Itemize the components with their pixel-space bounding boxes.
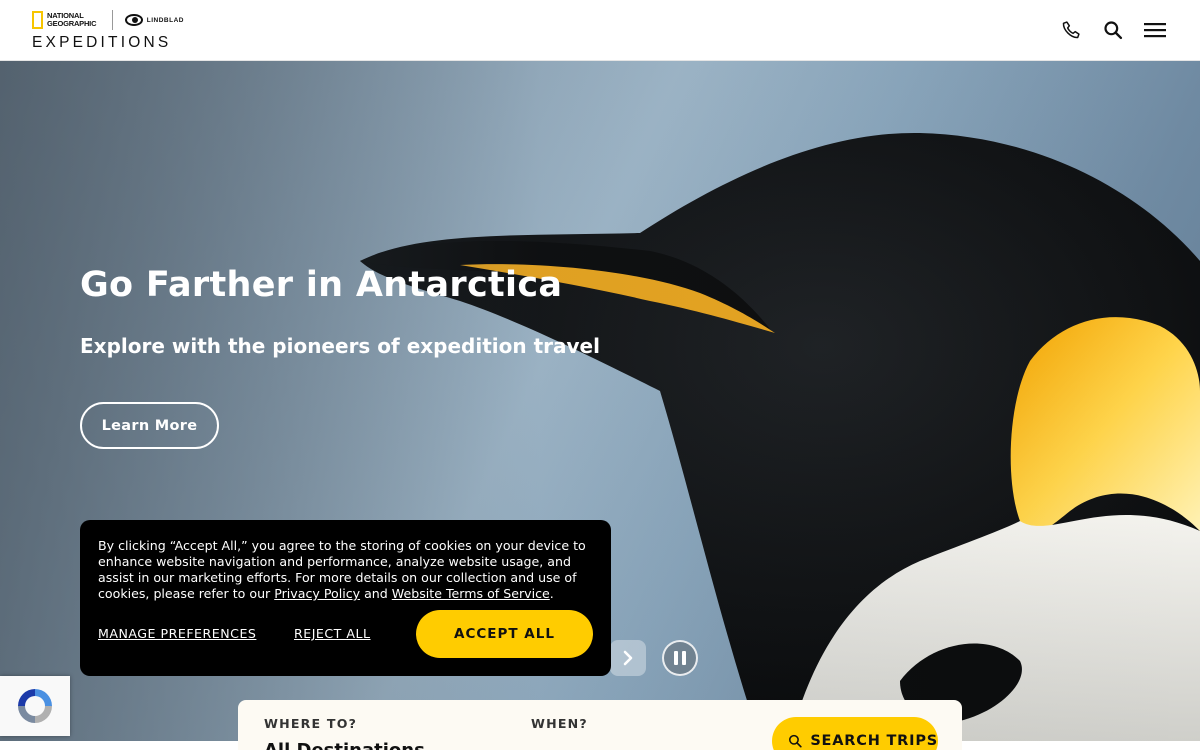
nat-geo-yellow-border-icon xyxy=(32,11,44,29)
where-to-label: WHERE TO? xyxy=(264,716,358,731)
accept-all-button[interactable]: ACCEPT ALL xyxy=(416,610,593,658)
pause-button[interactable] xyxy=(662,640,698,676)
lindblad-eye-icon xyxy=(124,14,143,26)
next-slide-button[interactable] xyxy=(610,640,646,676)
phone-icon[interactable] xyxy=(1059,18,1083,42)
manage-preferences-button[interactable]: MANAGE PREFERENCES xyxy=(98,626,256,641)
cookie-consent-banner: By clicking “Accept All,” you agree to t… xyxy=(80,520,611,676)
learn-more-button[interactable]: Learn More xyxy=(80,402,219,449)
pause-icon xyxy=(674,651,678,665)
logo-lindblad: LINDBLAD xyxy=(146,16,184,24)
when-label[interactable]: WHEN? xyxy=(531,716,588,731)
privacy-policy-link[interactable]: Privacy Policy xyxy=(274,586,360,601)
logo-expeditions: EXPEDITIONS xyxy=(32,34,172,51)
reject-all-button[interactable]: REJECT ALL xyxy=(294,626,371,641)
recaptcha-icon xyxy=(18,689,52,723)
search-icon xyxy=(789,734,802,748)
terms-of-service-link[interactable]: Website Terms of Service xyxy=(392,586,550,601)
destination-select[interactable]: All Destinations xyxy=(264,740,425,750)
hamburger-menu-icon[interactable] xyxy=(1143,18,1167,42)
hero-title: Go Farther in Antarctica xyxy=(80,265,563,305)
search-trips-label: SEARCH TRIPS xyxy=(810,733,938,749)
recaptcha-badge[interactable] xyxy=(0,676,70,736)
nat-geo-lindblad-logo[interactable]: NATIONAL GEOGRAPHIC LINDBLAD EXPEDITIONS xyxy=(32,10,184,52)
search-trips-button[interactable]: SEARCH TRIPS xyxy=(772,717,938,750)
search-icon[interactable] xyxy=(1101,18,1125,42)
cookie-consent-text: By clicking “Accept All,” you agree to t… xyxy=(98,538,586,601)
chevron-right-icon xyxy=(623,650,633,666)
logo-national-geographic: NATIONAL GEOGRAPHIC xyxy=(47,11,97,28)
logo-divider xyxy=(111,10,113,30)
hero-subtitle: Explore with the pioneers of expedition … xyxy=(80,334,600,358)
site-header: NATIONAL GEOGRAPHIC LINDBLAD EXPEDITIONS xyxy=(0,0,1200,61)
trip-search-panel: WHERE TO? All Destinations WHEN? SEARCH … xyxy=(238,700,962,750)
